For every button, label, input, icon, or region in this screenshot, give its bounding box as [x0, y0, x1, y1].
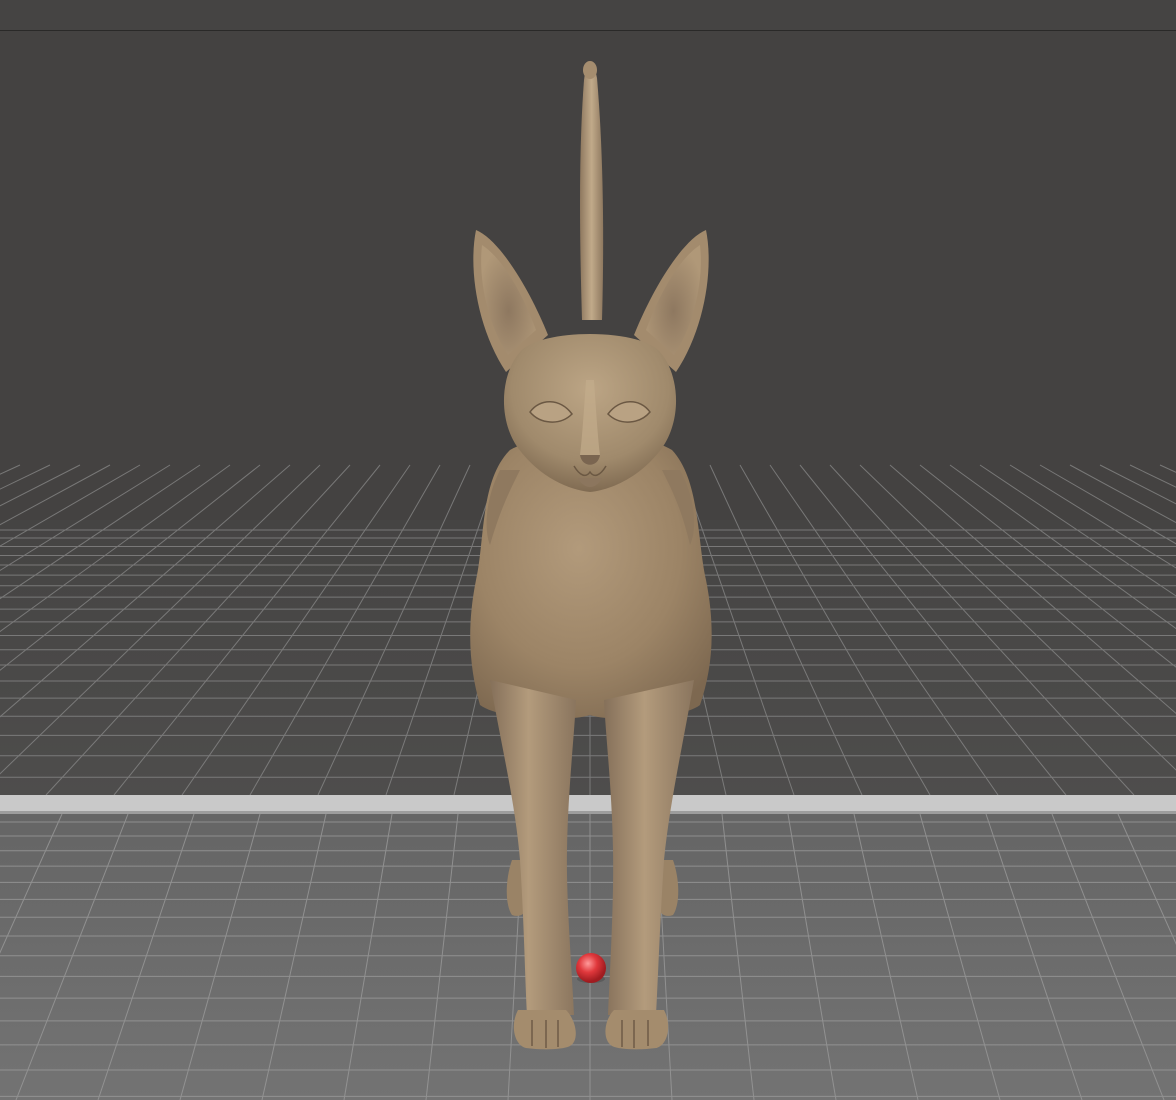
cat-front-paw-right	[605, 1010, 669, 1050]
cat-front-paw-left	[513, 1010, 576, 1050]
horizon-strip	[0, 795, 1176, 811]
viewport-canvas[interactable]	[0, 0, 1176, 1100]
red-sphere-marker-icon[interactable]	[576, 953, 606, 983]
3d-viewport[interactable]	[0, 0, 1176, 1100]
